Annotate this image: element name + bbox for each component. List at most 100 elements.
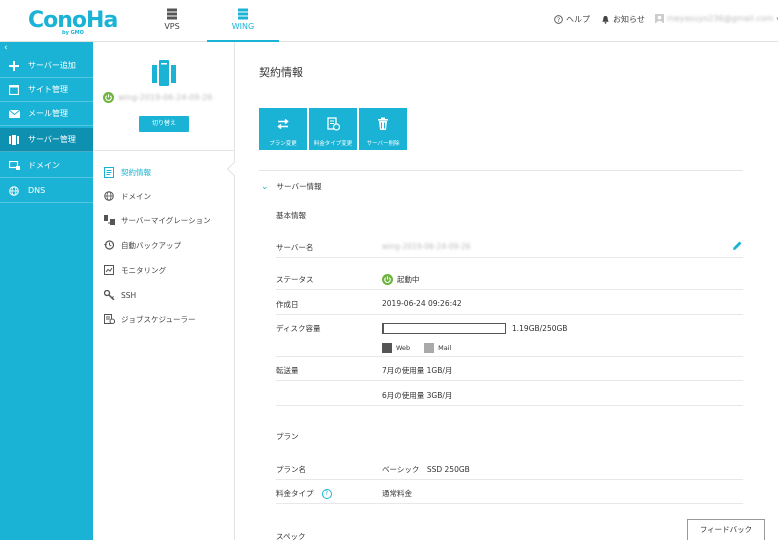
backup-icon [103, 239, 115, 251]
change-fee-type-label: 料金タイプ変更 [313, 141, 353, 147]
switch-server-button[interactable]: 切り替え [139, 116, 189, 132]
server-subpanel: wing-2019-06-24-09-26 切り替え 契約情報 ドメイン サーバ… [93, 42, 242, 540]
row-plan-name: プラン名 ベーシック SSD 250GB [276, 456, 743, 480]
subnav-label: 契約情報 [121, 167, 151, 177]
section-title: サーバー情報 [276, 182, 322, 191]
help-icon: ? [554, 15, 563, 24]
notice-link[interactable]: お知らせ [601, 14, 645, 25]
sidebar-item-label: DNS [28, 186, 46, 195]
sidebar-item-mail[interactable]: メール管理 [0, 102, 93, 126]
status-value-wrap: 起動中 [382, 274, 420, 285]
server-icon [0, 134, 28, 145]
logo-sub: by GMO [62, 30, 84, 36]
domain-icon [0, 161, 28, 170]
sidebar-item-label: ドメイン [28, 161, 60, 170]
subnav-label: モニタリング [121, 265, 166, 275]
sidebar-item-label: メール管理 [28, 109, 68, 118]
tab-wing[interactable]: WING [207, 0, 279, 42]
row-created: 作成日 2019-06-24 09:26:42 [276, 291, 743, 315]
row-status: ステータス 起動中 [276, 266, 743, 290]
plan-heading: プラン [276, 432, 299, 441]
fee-type-label-wrap: 料金タイプ ? [276, 488, 332, 499]
tab-wing-label: WING [231, 22, 255, 31]
row-transfer-june: 6月の使用量 3GB/月 [276, 382, 743, 406]
user-icon [655, 14, 664, 23]
chevron-down-icon: ⌄ [261, 181, 269, 192]
globe-icon [0, 185, 28, 196]
sidebar-item-label: サーバー追加 [28, 61, 76, 70]
plan-name-value: ベーシック SSD 250GB [382, 465, 470, 474]
sidebar-item-label: サーバー管理 [28, 135, 76, 144]
status-label: ステータス [276, 275, 314, 284]
server-name-value: wing-2019-06-24-09-26 [382, 242, 471, 251]
sidebar-item-label: サイト管理 [28, 85, 68, 94]
help-icon[interactable]: ? [321, 488, 332, 499]
tab-vps[interactable]: VPS [136, 0, 208, 42]
chart-icon [103, 264, 115, 276]
transfer-label: 転送量 [276, 366, 299, 375]
globe-icon [103, 190, 115, 202]
subnav-label: 自動バックアップ [121, 240, 181, 250]
pencil-icon[interactable] [732, 240, 743, 251]
server-name-label: サーバー名 [276, 243, 314, 252]
tab-vps-label: VPS [164, 22, 180, 31]
subnav-label: サーバーマイグレーション [121, 215, 211, 225]
delete-server-button[interactable]: サーバー削除 [359, 108, 407, 150]
row-transfer-july: 転送量 7月の使用量 1GB/月 [276, 357, 743, 381]
sidebar-item-add-server[interactable]: サーバー追加 [0, 54, 93, 78]
power-icon [103, 92, 114, 103]
sidebar: ‹ サーバー追加 サイト管理 メール管理 サーバー管理 ドメイン DNS [0, 42, 93, 540]
row-fee-type: 料金タイプ ? 通常料金 [276, 480, 743, 504]
disk-value: 1.19GB/250GB [512, 324, 568, 333]
subnav-label: ドメイン [121, 191, 151, 201]
account-email: meyasuyo236@gmail.com [667, 14, 774, 23]
legend-mail: Mail [438, 344, 452, 352]
help-link[interactable]: ? ヘルプ [554, 14, 590, 25]
server-stack-icon [167, 8, 177, 20]
main-content: 契約情報 プラン変更 料金タイプ変更 サーバー削除 ⌄ サーバー情報 基本情報 … [235, 42, 778, 540]
subnav-domain[interactable]: ドメイン [103, 190, 151, 202]
created-label: 作成日 [276, 300, 299, 309]
subnav-ssh[interactable]: SSH [103, 289, 136, 301]
subnav-label: SSH [121, 290, 137, 300]
row-disk: ディスク容量 1.19GB/250GB Web Mail [276, 315, 743, 357]
change-plan-label: プラン変更 [269, 141, 297, 147]
server-icon [152, 60, 176, 86]
swap-icon [277, 118, 289, 130]
subnav-backup[interactable]: 自動バックアップ [103, 239, 181, 251]
disk-label: ディスク容量 [276, 324, 321, 333]
sidebar-item-server[interactable]: サーバー管理 [0, 128, 93, 152]
server-info-section-toggle[interactable]: ⌄ サーバー情報 [261, 181, 321, 192]
spec-heading: スペック [276, 532, 306, 540]
disk-legend: Web Mail [382, 343, 451, 353]
subnav-label: ジョブスケジューラー [121, 314, 196, 324]
plan-name-label: プラン名 [276, 465, 306, 474]
mail-swatch [424, 343, 435, 353]
divider [93, 150, 235, 151]
change-fee-type-button[interactable]: 料金タイプ変更 [309, 108, 357, 150]
feedback-button[interactable]: フィードバック [687, 519, 765, 540]
subnav-contract[interactable]: 契約情報 [103, 166, 151, 178]
subnav-scheduler[interactable]: ジョブスケジューラー [103, 313, 195, 325]
sidebar-collapse-button[interactable]: ‹ [4, 42, 8, 54]
page-title: 契約情報 [259, 66, 303, 79]
plus-icon [0, 60, 28, 71]
transfer-june: 6月の使用量 3GB/月 [382, 391, 453, 400]
subnav-migration[interactable]: サーバーマイグレーション [103, 214, 211, 226]
account-menu[interactable]: meyasuyo236@gmail.com ▾ [655, 14, 778, 23]
legend-web: Web [396, 344, 411, 352]
sidebar-item-dns[interactable]: DNS [0, 179, 93, 203]
migration-icon [103, 214, 115, 226]
divider [259, 170, 743, 171]
transfer-july: 7月の使用量 1GB/月 [382, 366, 453, 375]
sidebar-item-domain[interactable]: ドメイン [0, 154, 93, 178]
server-name: wing-2019-06-24-09-26 [118, 93, 213, 102]
sidebar-item-site[interactable]: サイト管理 [0, 78, 93, 102]
contract-icon [103, 166, 115, 178]
created-value: 2019-06-24 09:26:42 [382, 299, 462, 308]
subnav-monitoring[interactable]: モニタリング [103, 264, 166, 276]
bell-icon [602, 15, 609, 24]
delete-server-label: サーバー削除 [366, 141, 400, 147]
change-plan-button[interactable]: プラン変更 [259, 108, 307, 150]
status-value: 起動中 [397, 275, 420, 284]
